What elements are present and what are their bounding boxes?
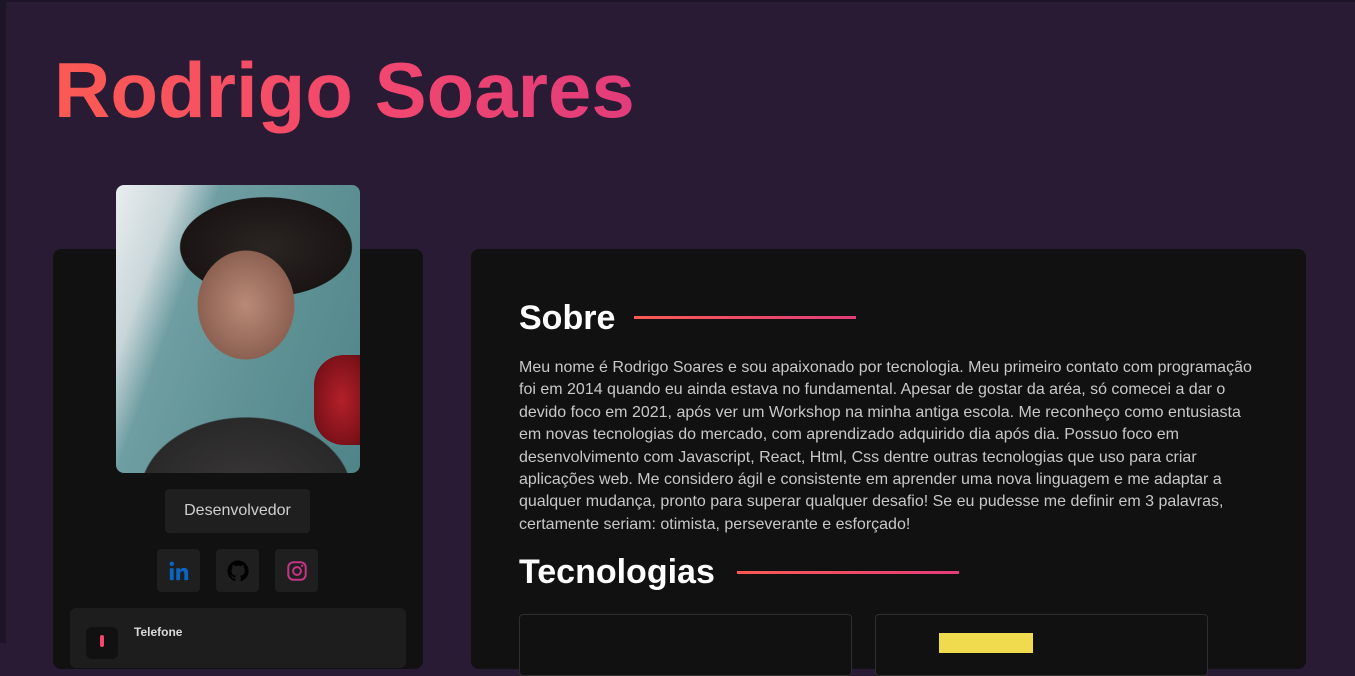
about-text: Meu nome é Rodrigo Soares e sou apaixona… bbox=[519, 359, 1252, 533]
contact-phone-label: Telefone bbox=[134, 625, 183, 639]
photo-guitar-detail bbox=[314, 355, 360, 445]
technologies-title: Tecnologias bbox=[519, 553, 715, 591]
instagram-button[interactable] bbox=[275, 549, 318, 592]
technologies-title-rule bbox=[737, 571, 959, 574]
github-button[interactable] bbox=[216, 549, 259, 592]
contact-phone-card bbox=[70, 608, 406, 668]
github-icon bbox=[227, 560, 249, 581]
tech-card bbox=[875, 614, 1208, 676]
role-badge: Desenvolvedor bbox=[165, 489, 310, 533]
phone-icon bbox=[86, 627, 118, 659]
about-title: Sobre bbox=[519, 299, 616, 337]
page-left-edge bbox=[0, 0, 6, 643]
page-top-strip bbox=[0, 0, 1355, 2]
tech-card bbox=[519, 614, 852, 676]
instagram-icon bbox=[286, 560, 307, 581]
about-title-rule bbox=[634, 316, 856, 319]
linkedin-button[interactable] bbox=[157, 549, 200, 592]
linkedin-icon bbox=[169, 561, 188, 580]
profile-photo bbox=[116, 185, 360, 473]
page-title: Rodrigo Soares bbox=[54, 42, 635, 138]
javascript-logo bbox=[939, 633, 1033, 653]
